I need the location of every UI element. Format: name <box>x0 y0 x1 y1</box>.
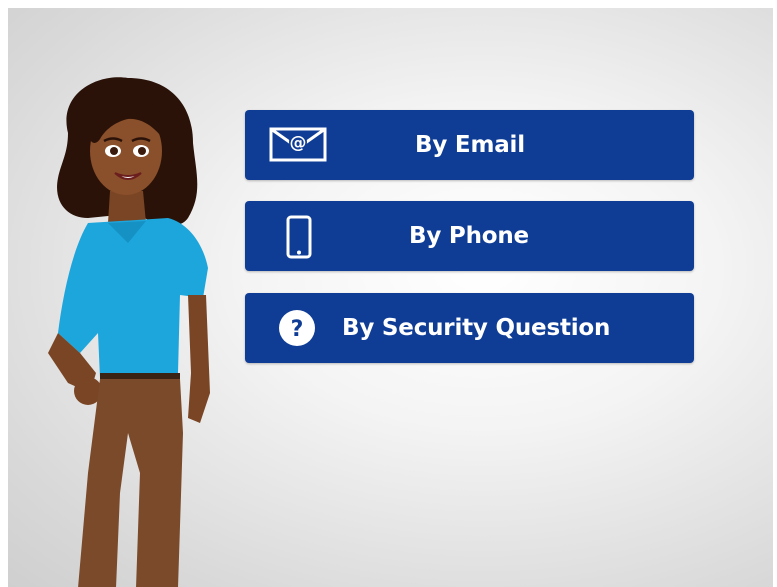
by-phone-label: By Phone <box>409 223 529 249</box>
svg-text:@: @ <box>290 133 307 153</box>
by-email-label: By Email <box>415 132 525 158</box>
envelope-at-icon: @ <box>269 127 327 162</box>
question-circle-icon: ? <box>279 310 315 346</box>
smartphone-icon <box>286 215 312 259</box>
by-email-button[interactable]: @ By Email <box>245 110 694 180</box>
by-phone-button[interactable]: By Phone <box>245 201 694 271</box>
slide-stage: @ By Email By Phone ? By Security Questi… <box>8 8 773 587</box>
by-security-question-label: By Security Question <box>342 315 611 341</box>
by-security-question-button[interactable]: ? By Security Question <box>245 293 694 363</box>
svg-text:?: ? <box>291 317 304 342</box>
presenter-woman-illustration <box>48 77 210 587</box>
